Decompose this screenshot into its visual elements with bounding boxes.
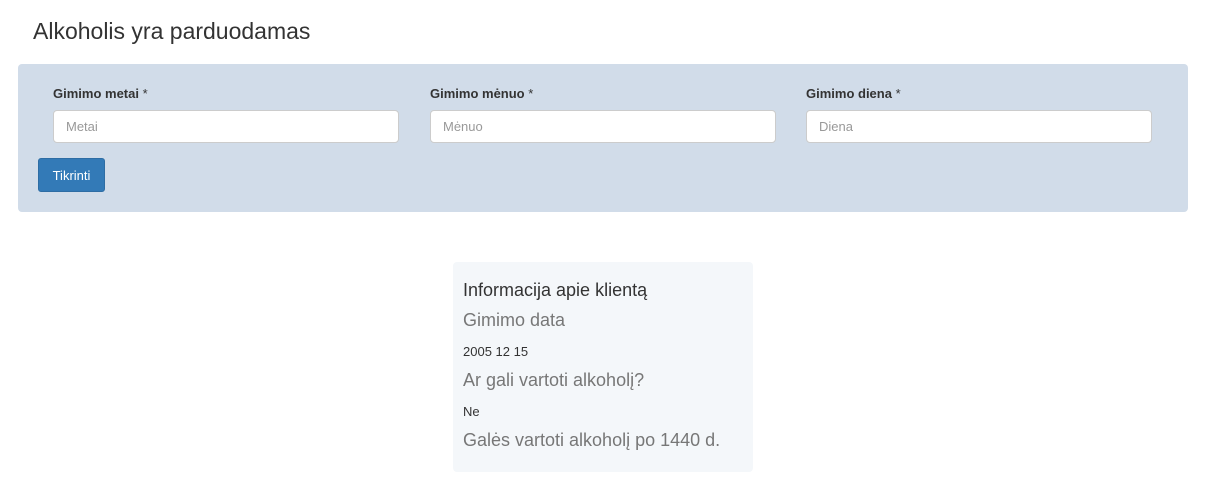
month-label: Gimimo mėnuo * <box>430 86 533 101</box>
year-label-text: Gimimo metai <box>53 86 139 101</box>
can-drink-value: Ne <box>463 404 480 419</box>
month-input[interactable] <box>430 110 776 143</box>
month-label-text: Gimimo mėnuo <box>430 86 525 101</box>
birth-date-heading: Gimimo data <box>463 310 566 330</box>
birthdate-form: Gimimo metai * Gimimo mėnuo * Gimimo die… <box>18 64 1188 212</box>
year-label: Gimimo metai * <box>53 86 148 101</box>
day-input[interactable] <box>806 110 1152 143</box>
info-card-title: Informacija apie klientą <box>463 280 648 300</box>
page-title: Alkoholis yra parduodamas <box>33 18 311 44</box>
can-drink-heading: Ar gali vartoti alkoholį? <box>463 370 645 390</box>
client-info-card: Informacija apie klientą Gimimo data 200… <box>453 262 753 472</box>
birth-date-value: 2005 12 15 <box>463 344 529 359</box>
year-input[interactable] <box>53 110 399 143</box>
check-button[interactable]: Tikrinti <box>38 158 105 192</box>
days-until-text: Galės vartoti alkoholį po 1440 d. <box>463 430 721 450</box>
day-label-text: Gimimo diena <box>806 86 892 101</box>
required-mark: * <box>142 86 148 101</box>
required-mark: * <box>895 86 901 101</box>
day-label: Gimimo diena * <box>806 86 901 101</box>
required-mark: * <box>528 86 534 101</box>
